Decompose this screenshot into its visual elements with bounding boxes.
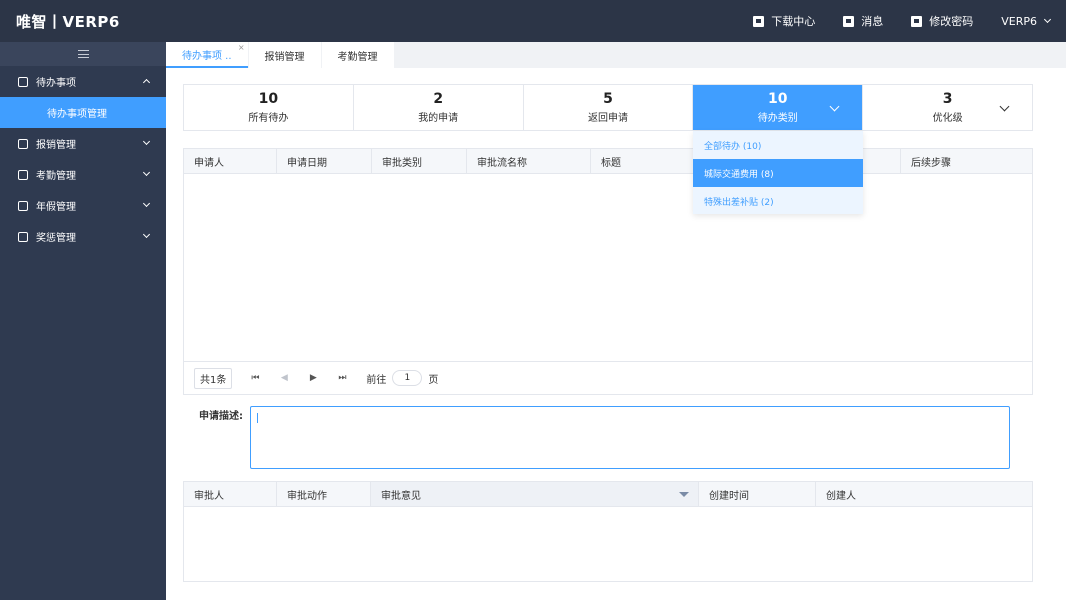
page-number-input[interactable]: 1 — [392, 370, 423, 386]
tab-label: 考勤管理 — [337, 51, 378, 63]
table-header: 审批人 审批动作 审批意见 创建时间 创建人 — [184, 482, 1032, 507]
sidebar-item-label: 报销管理 — [36, 140, 76, 151]
sidebar-item-annual-leave[interactable]: 年假管理 — [0, 190, 166, 221]
stat-label: 优化级 — [932, 113, 963, 124]
menu-icon — [77, 50, 89, 58]
tab-label: 待办事项 .. — [182, 50, 232, 62]
messages-label: 消息 — [861, 15, 884, 28]
chevron-down-icon — [142, 168, 151, 177]
page-unit-label: 页 — [428, 374, 439, 386]
column-header-approval-action[interactable]: 审批动作 — [277, 482, 371, 506]
description-textarea[interactable] — [250, 406, 1010, 469]
column-header-apply-date[interactable]: 申请日期 — [277, 149, 372, 173]
approval-history-table: 审批人 审批动作 审批意见 创建时间 创建人 — [183, 481, 1033, 582]
download-center-label: 下载中心 — [771, 15, 816, 28]
sidebar-toggle[interactable] — [0, 42, 166, 66]
column-header-applicant[interactable]: 申请人 — [184, 149, 277, 173]
dropdown-item-special-allowance[interactable]: 特殊出差补贴 (2) — [693, 187, 863, 215]
chevron-down-icon — [142, 199, 151, 208]
sidebar: 待办事项 待办事项管理 报销管理 考勤管理 年假管理 奖惩管理 — [0, 42, 166, 600]
tab-todo[interactable]: 待办事项 .. × — [166, 42, 248, 68]
chevron-down-icon — [142, 230, 151, 239]
stat-label: 待办类别 — [757, 113, 798, 124]
stat-my-applications[interactable]: 2 我的申请 — [354, 85, 524, 130]
sidebar-item-label: 待办事项 — [36, 78, 76, 89]
pagination: 共1条 ⏮ ◀ ▶ ⏭ 前往 1 页 — [184, 361, 1032, 394]
last-page-button[interactable]: ⏭ — [333, 371, 351, 385]
column-header-approval-type[interactable]: 审批类别 — [372, 149, 467, 173]
user-menu[interactable]: VERP6 — [1001, 14, 1052, 28]
table-header: 申请人 申请日期 审批类别 审批流名称 标题 后续步骤 — [184, 149, 1032, 174]
prev-page-button[interactable]: ◀ — [275, 371, 293, 385]
stat-todo-category[interactable]: 10 待办类别 — [693, 85, 864, 130]
download-center-button[interactable]: 下载中心 — [753, 13, 815, 29]
chevron-up-icon — [142, 78, 151, 87]
reward-icon — [18, 231, 28, 242]
sidebar-item-reimbursement[interactable]: 报销管理 — [0, 128, 166, 159]
sort-down-icon[interactable] — [679, 492, 689, 497]
stat-priority[interactable]: 3 优化级 — [863, 85, 1032, 130]
goto-label: 前往 — [366, 374, 387, 386]
column-header-approver[interactable]: 审批人 — [184, 482, 277, 506]
message-icon — [843, 15, 855, 27]
chevron-down-icon — [142, 137, 151, 146]
dropdown-item-all[interactable]: 全部待办 (10) — [693, 131, 863, 159]
download-icon — [753, 15, 765, 27]
stat-label: 我的申请 — [418, 113, 459, 124]
stat-label: 所有待办 — [248, 113, 289, 124]
column-header-label: 审批意见 — [381, 490, 421, 502]
category-dropdown: 全部待办 (10) 城际交通费用 (8) 特殊出差补贴 (2) — [693, 131, 863, 214]
stat-returned-applications[interactable]: 5 返回申请 — [524, 85, 694, 130]
sidebar-item-attendance[interactable]: 考勤管理 — [0, 159, 166, 190]
sidebar-item-label: 奖惩管理 — [36, 233, 76, 244]
chevron-down-icon — [999, 101, 1010, 112]
attendance-icon — [18, 169, 28, 180]
sidebar-item-label: 待办事项管理 — [47, 109, 107, 120]
column-header-created-time[interactable]: 创建时间 — [699, 482, 816, 506]
messages-button[interactable]: 消息 — [843, 13, 883, 29]
reimburse-icon — [18, 138, 28, 149]
tab-label: 报销管理 — [264, 51, 305, 63]
description-label: 申请描述: — [199, 411, 243, 422]
edit-icon — [911, 15, 923, 27]
change-password-label: 修改密码 — [929, 15, 974, 28]
stat-count: 2 — [433, 91, 444, 107]
leave-icon — [18, 200, 28, 211]
todo-icon — [18, 76, 28, 87]
text-caret — [257, 413, 258, 423]
user-name: VERP6 — [1001, 14, 1037, 28]
tab-reimbursement[interactable]: 报销管理 — [248, 42, 321, 68]
total-count: 共1条 — [194, 367, 233, 389]
top-actions: 下载中心 消息 修改密码 VERP6 — [725, 0, 1052, 42]
app-logo: 唯智丨VERP6 — [16, 13, 120, 31]
stat-count: 5 — [603, 91, 613, 107]
sidebar-item-todo-management[interactable]: 待办事项管理 — [0, 97, 166, 128]
sidebar-item-todo[interactable]: 待办事项 — [0, 66, 166, 97]
top-bar: 唯智丨VERP6 下载中心 消息 修改密码 VERP6 — [0, 0, 1066, 42]
column-header-hidden-2[interactable] — [861, 149, 901, 173]
close-icon[interactable]: × — [238, 43, 245, 52]
stats-row: 10 所有待办 2 我的申请 5 返回申请 10 待办类别 3 优化级 — [183, 84, 1033, 131]
tab-attendance[interactable]: 考勤管理 — [321, 42, 394, 68]
column-header-approval-opinion[interactable]: 审批意见 — [371, 482, 699, 506]
next-page-button[interactable]: ▶ — [304, 371, 322, 385]
applications-table: 申请人 申请日期 审批类别 审批流名称 标题 后续步骤 共1条 ⏮ ◀ ▶ ⏭ … — [183, 148, 1033, 395]
stat-all-todo[interactable]: 10 所有待办 — [184, 85, 354, 130]
sidebar-item-label: 考勤管理 — [36, 171, 76, 182]
sidebar-item-label: 年假管理 — [36, 202, 76, 213]
change-password-button[interactable]: 修改密码 — [911, 13, 973, 29]
column-header-next-step[interactable]: 后续步骤 — [901, 149, 1032, 173]
column-header-workflow-name[interactable]: 审批流名称 — [467, 149, 591, 173]
first-page-button[interactable]: ⏮ — [246, 371, 264, 385]
stat-count: 3 — [942, 91, 953, 107]
sidebar-item-rewards[interactable]: 奖惩管理 — [0, 221, 166, 252]
chevron-down-icon — [829, 101, 840, 112]
stat-label: 返回申请 — [587, 113, 628, 124]
dropdown-item-intercity-travel[interactable]: 城际交通费用 (8) — [693, 159, 863, 187]
stat-count: 10 — [258, 91, 279, 107]
column-header-creator[interactable]: 创建人 — [816, 482, 1032, 506]
tab-bar: 待办事项 .. × 报销管理 考勤管理 — [166, 42, 1066, 68]
chevron-down-icon — [1043, 15, 1052, 24]
stat-count: 10 — [768, 91, 788, 107]
